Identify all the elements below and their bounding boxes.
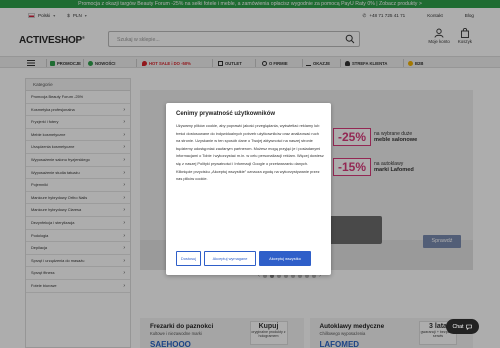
chat-bubble-icon (466, 324, 473, 330)
accept-all-button[interactable]: Akceptuj wszystko (259, 251, 311, 266)
customize-button[interactable]: Dostosuj (176, 251, 201, 266)
cookie-text: Używamy plików cookie, aby poprawić jako… (176, 123, 324, 182)
accept-required-button[interactable]: Akceptuj wymagane (204, 251, 256, 266)
chat-button[interactable]: Chat (446, 319, 479, 334)
cookie-title: Cenimy prywatność użytkowników (176, 111, 276, 117)
cookie-consent-dialog: Cenimy prywatność użytkowników Używamy p… (166, 103, 331, 275)
chat-label: Chat (452, 323, 464, 330)
cookie-buttons: Dostosuj Akceptuj wymagane Akceptuj wszy… (176, 251, 311, 266)
